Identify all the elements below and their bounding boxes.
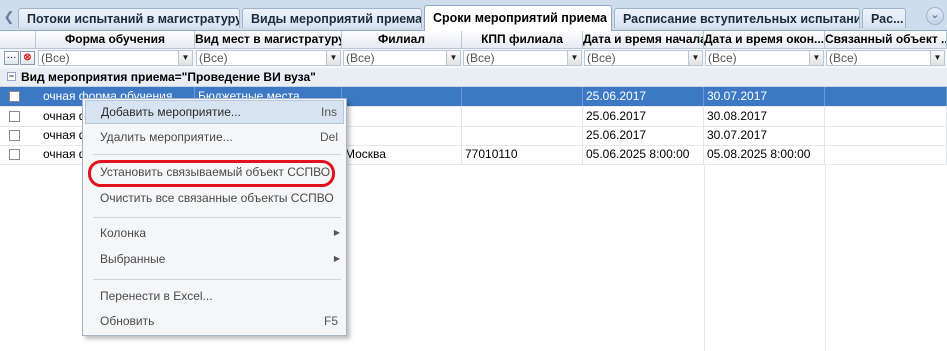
menu-item-export-excel[interactable]: Перенести в Excel... (85, 284, 344, 308)
tab-event-dates[interactable]: Сроки мероприятий приема (424, 5, 612, 31)
menu-separator (93, 154, 341, 155)
chevron-down-icon[interactable]: ▼ (809, 51, 823, 65)
menu-separator (93, 217, 341, 218)
header-corner (0, 31, 36, 49)
menu-separator (93, 279, 341, 280)
chevron-down-icon[interactable]: ▼ (930, 51, 944, 65)
menu-item-delete-event[interactable]: Удалить мероприятие... Del (85, 125, 344, 149)
cell-start-datetime: 25.06.2017 (583, 126, 704, 145)
column-header-start-datetime[interactable]: Дата и время начала (583, 31, 704, 49)
filter-start-datetime[interactable]: (Все) ▼ (584, 50, 703, 66)
cell-start-datetime: 25.06.2017 (583, 87, 704, 106)
column-header-linked-object[interactable]: Связанный объект ... (825, 31, 947, 49)
grid-line (704, 165, 705, 351)
cell-branch: Москва (342, 145, 462, 164)
column-header-branch-kpp[interactable]: КПП филиала (462, 31, 583, 49)
column-header-branch[interactable]: Филиал (342, 31, 462, 49)
filter-branch[interactable]: (Все) ▼ (343, 50, 461, 66)
cell-branch-kpp: 77010110 (462, 145, 583, 164)
menu-item-refresh[interactable]: Обновить F5 (85, 309, 344, 333)
cell-branch (342, 107, 462, 126)
cell-branch-kpp (462, 107, 583, 126)
cell-start-datetime: 05.06.2025 8:00:00 (583, 145, 704, 164)
cell-end-datetime: 05.08.2025 8:00:00 (704, 145, 825, 164)
menu-item-clear-linked-objects[interactable]: Очистить все связанные объекты ССПВО (85, 186, 344, 210)
filter-branch-kpp[interactable]: (Все) ▼ (463, 50, 582, 66)
cell-start-datetime: 25.06.2017 (583, 107, 704, 126)
filter-row: ··· ⊗ (Все) ▼ (Все) ▼ (Все) ▼ (Все) ▼ (Все) ▼… (0, 49, 947, 69)
cell-branch-kpp (462, 87, 583, 106)
row-checkbox[interactable] (9, 111, 20, 122)
row-checkbox[interactable] (9, 149, 20, 160)
row-checkbox[interactable] (9, 91, 20, 102)
filter-place-type[interactable]: (Все) ▼ (196, 50, 341, 66)
grid-line (825, 165, 826, 351)
cell-linked-object (825, 145, 947, 164)
chevron-down-icon[interactable]: ▼ (688, 51, 702, 65)
column-header-place-type[interactable]: Вид мест в магистратуру (195, 31, 342, 49)
cell-end-datetime: 30.07.2017 (704, 126, 825, 145)
filter-study-form[interactable]: (Все) ▼ (38, 50, 193, 66)
cell-linked-object (825, 126, 947, 145)
cell-branch (342, 87, 462, 106)
cell-linked-object (825, 87, 947, 106)
menu-item-set-linked-object[interactable]: Установить связываемый объект ССПВО (85, 160, 344, 184)
chevron-down-icon[interactable]: ▼ (446, 51, 460, 65)
tab-streams[interactable]: Потоки испытаний в магистратуру (18, 8, 240, 28)
menu-item-add-event[interactable]: Добавить мероприятие... Ins (85, 100, 344, 124)
clear-filter-icon[interactable]: ⊗ (20, 51, 35, 65)
chevron-down-icon[interactable]: ▼ (326, 51, 340, 65)
cell-linked-object (825, 107, 947, 126)
filter-end-datetime[interactable]: (Все) ▼ (705, 50, 824, 66)
menu-item-selected[interactable]: Выбранные ▶ (85, 247, 344, 271)
cell-end-datetime: 30.07.2017 (704, 87, 825, 106)
column-header-study-form[interactable]: Форма обучения (36, 31, 195, 49)
group-row[interactable]: − Вид мероприятия приема="Проведение ВИ … (0, 68, 947, 87)
cell-branch-kpp (462, 126, 583, 145)
menu-item-column[interactable]: Колонка ▶ (85, 221, 344, 245)
tab-scroll-left-icon[interactable]: ❮ (2, 8, 16, 26)
chevron-down-icon[interactable]: ▼ (567, 51, 581, 65)
submenu-arrow-icon: ▶ (333, 254, 340, 263)
chevron-down-icon[interactable]: ⌄ (926, 7, 944, 25)
ellipsis-icon[interactable]: ··· (4, 51, 19, 65)
tab-event-types[interactable]: Виды мероприятий приема (242, 8, 422, 28)
tab-exam-schedule[interactable]: Расписание вступительных испытаний (614, 8, 860, 28)
tab-more[interactable]: Рас... (862, 8, 906, 28)
tab-strip: ❮ Потоки испытаний в магистратуру Виды м… (0, 0, 947, 31)
context-menu: Добавить мероприятие... Ins Удалить мероп… (82, 98, 347, 336)
cell-end-datetime: 30.08.2017 (704, 107, 825, 126)
cell-branch (342, 126, 462, 145)
submenu-arrow-icon: ▶ (333, 228, 340, 237)
column-header-end-datetime[interactable]: Дата и время окон... (704, 31, 825, 49)
collapse-icon[interactable]: − (7, 72, 16, 81)
row-checkbox[interactable] (9, 130, 20, 141)
filter-linked-object[interactable]: (Все) ▼ (826, 50, 945, 66)
group-label: Вид мероприятия приема="Проведение ВИ ву… (21, 70, 316, 84)
chevron-down-icon[interactable]: ▼ (178, 51, 192, 65)
